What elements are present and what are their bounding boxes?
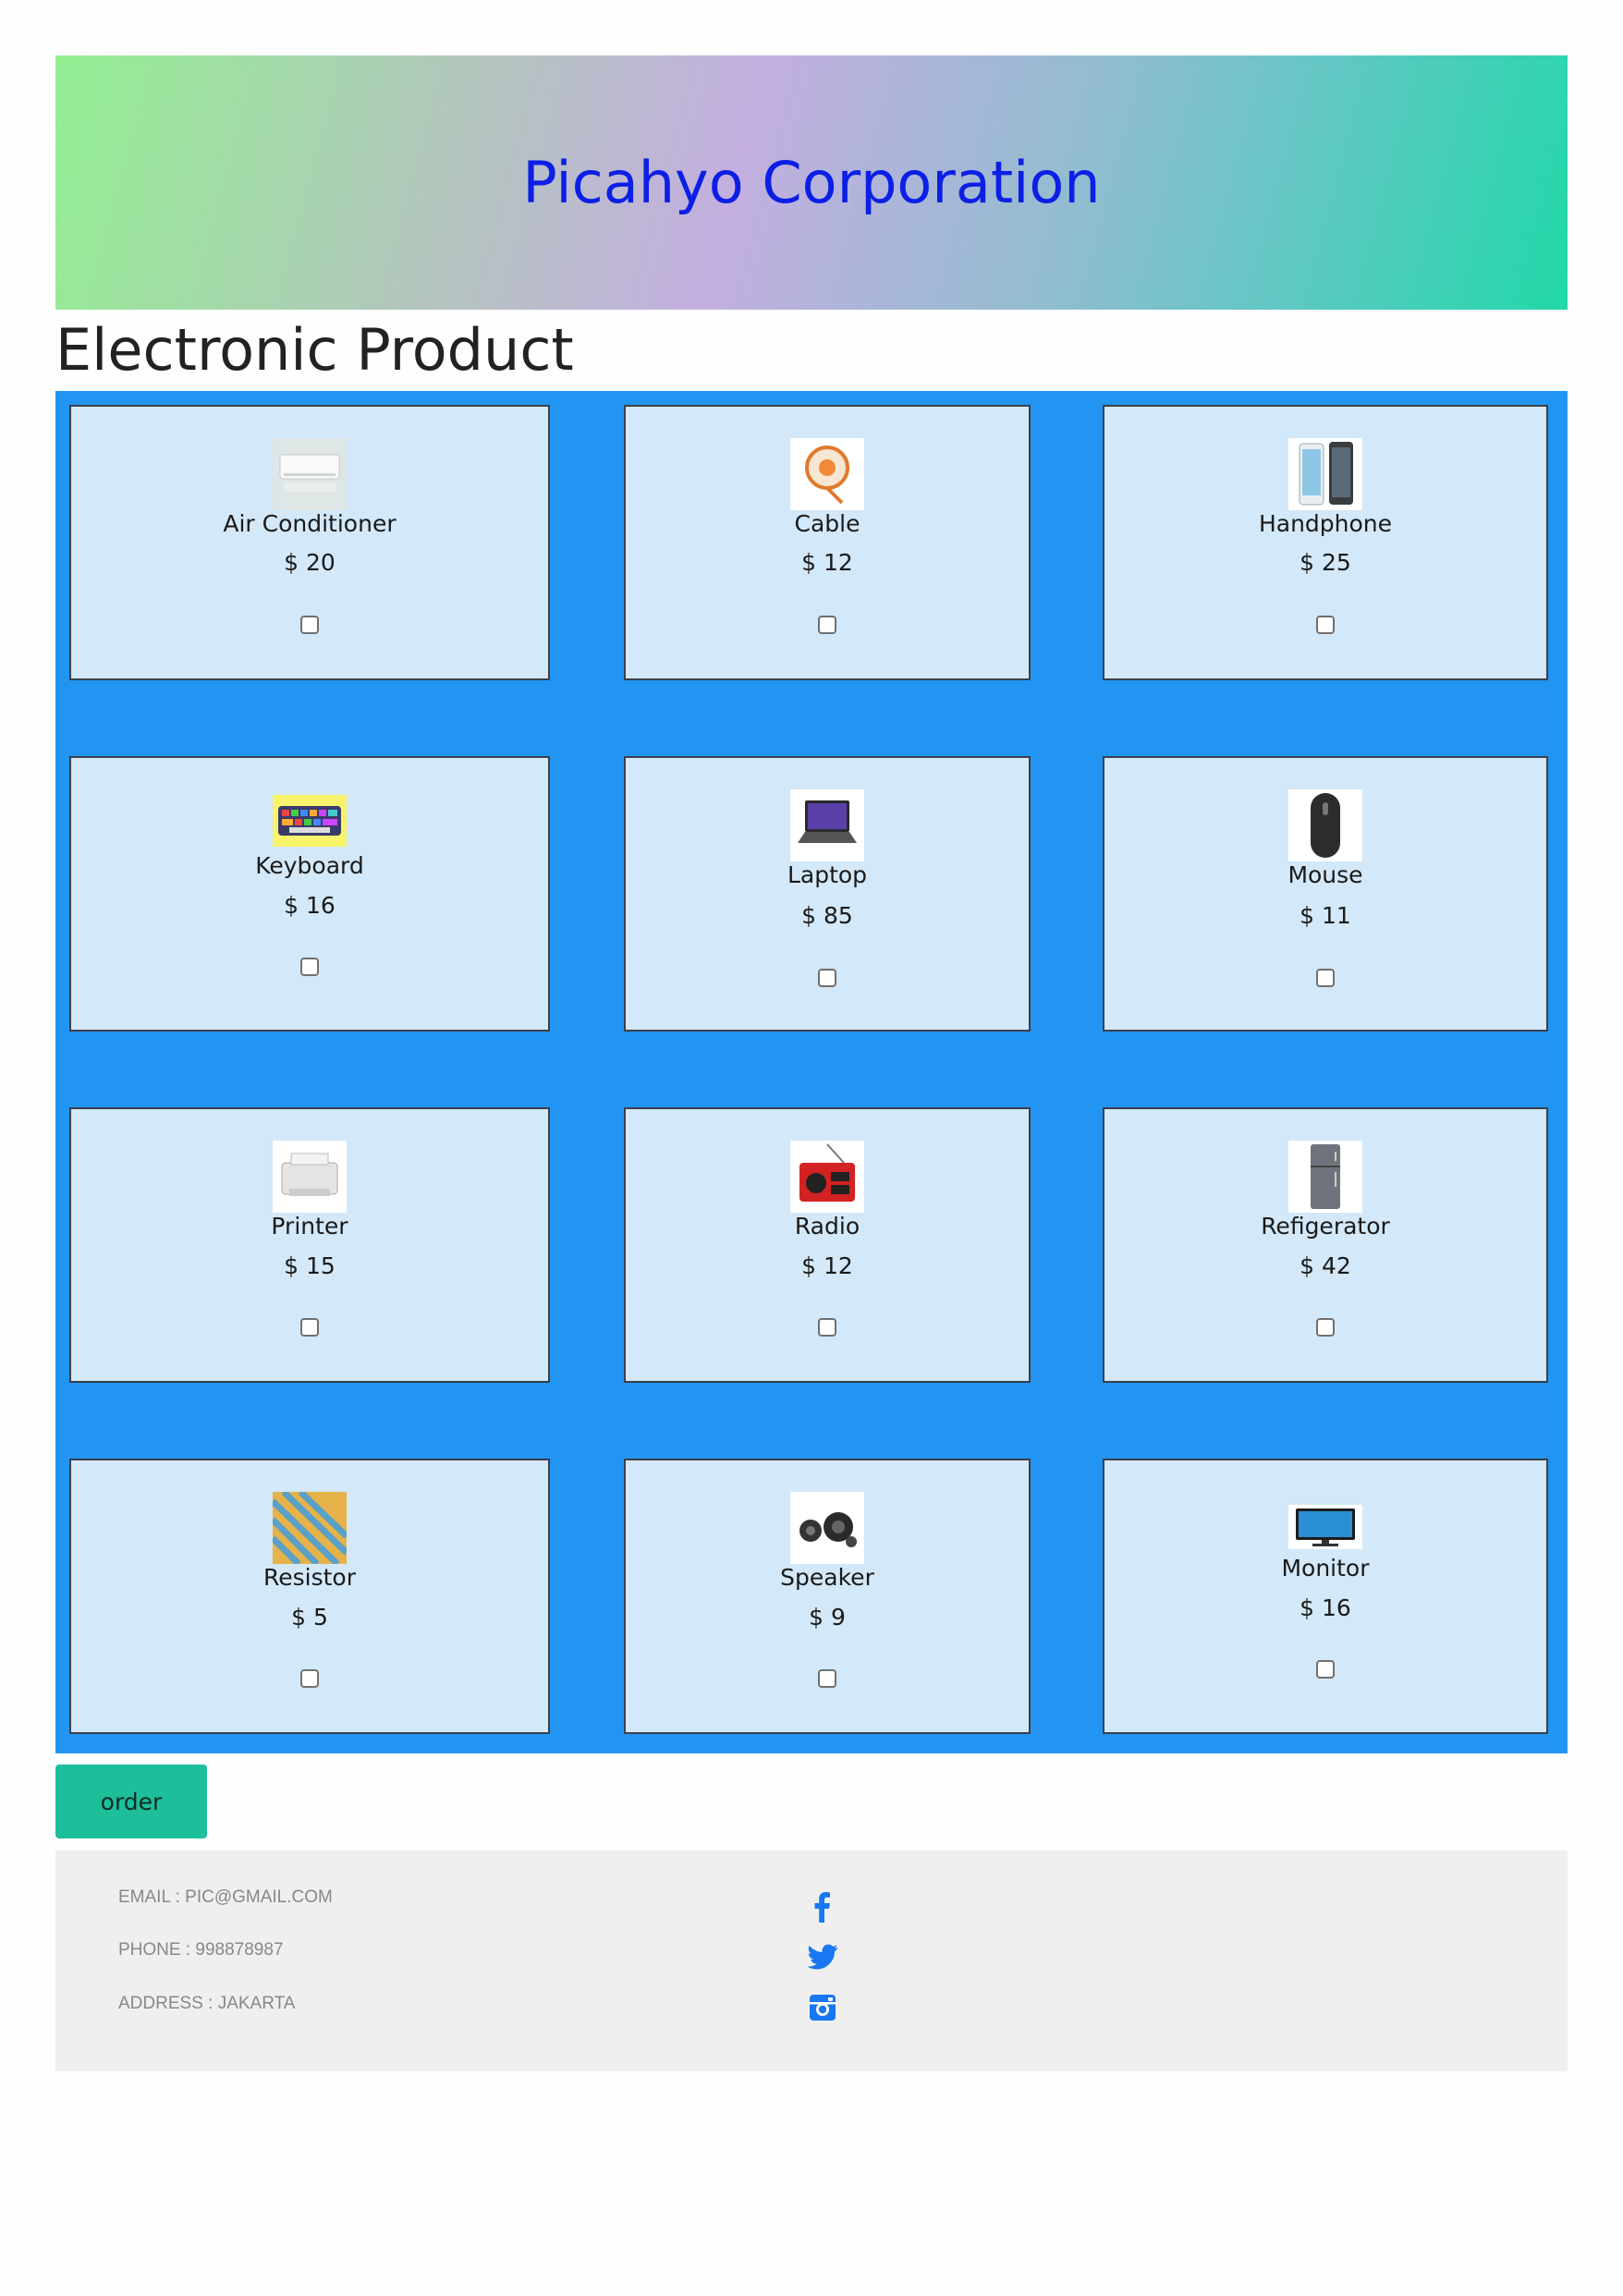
product-name: Monitor	[1281, 1555, 1370, 1582]
product-card-air-conditioner: Air Conditioner $ 20	[69, 405, 550, 680]
product-name: Keyboard	[255, 852, 364, 879]
product-name: Mouse	[1287, 861, 1363, 888]
product-price: $ 16	[1300, 1594, 1351, 1621]
product-card-resistor: Resistor $ 5	[69, 1459, 550, 1734]
mouse-icon	[1288, 789, 1362, 861]
product-price: $ 12	[801, 1252, 853, 1279]
product-price: $ 11	[1300, 902, 1351, 929]
printer-icon	[273, 1141, 347, 1213]
product-name: Refigerator	[1261, 1213, 1390, 1240]
product-checkbox[interactable]	[300, 616, 319, 634]
footer: EMAIL : PIC@GMAIL.COM PHONE : 998878987 …	[55, 1850, 1568, 2071]
product-card-refigerator: Refigerator $ 42	[1103, 1107, 1548, 1383]
product-card-monitor: Monitor $ 16	[1103, 1459, 1548, 1734]
footer-phone: PHONE : 998878987	[118, 1940, 284, 1960]
product-price: $ 15	[284, 1252, 336, 1279]
product-card-keyboard: Keyboard $ 16	[69, 756, 550, 1032]
cable-reel-icon	[790, 438, 864, 510]
company-title: Picahyo Corporation	[522, 149, 1101, 216]
product-card-mouse: Mouse $ 11	[1103, 756, 1548, 1032]
product-price: $ 12	[801, 549, 853, 576]
product-price: $ 20	[284, 549, 336, 576]
product-checkbox[interactable]	[818, 1318, 836, 1337]
product-checkbox[interactable]	[300, 958, 319, 976]
product-card-laptop: Laptop $ 85	[624, 756, 1031, 1032]
product-price: $ 85	[801, 902, 853, 929]
product-checkbox[interactable]	[1316, 1318, 1335, 1337]
product-name: Resistor	[263, 1564, 356, 1591]
product-name: Air Conditioner	[223, 510, 397, 537]
instagram-icon[interactable]	[806, 1991, 839, 2024]
product-card-handphone: Handphone $ 25	[1103, 405, 1548, 680]
product-card-printer: Printer $ 15	[69, 1107, 550, 1383]
monitor-icon	[1288, 1505, 1362, 1549]
product-price: $ 5	[291, 1604, 328, 1630]
facebook-icon[interactable]	[806, 1891, 839, 1924]
product-checkbox[interactable]	[300, 1318, 319, 1337]
product-name: Cable	[794, 510, 860, 537]
product-card-cable: Cable $ 12	[624, 405, 1031, 680]
product-checkbox[interactable]	[818, 969, 836, 987]
footer-email: EMAIL : PIC@GMAIL.COM	[118, 1887, 333, 1907]
section-title: Electronic Product	[55, 316, 574, 384]
footer-address: ADDRESS : JAKARTA	[118, 1994, 296, 2013]
product-name: Printer	[271, 1213, 348, 1240]
speakers-icon	[790, 1492, 864, 1564]
smartphones-icon	[1288, 438, 1362, 510]
product-checkbox[interactable]	[300, 1669, 319, 1688]
refrigerator-icon	[1288, 1141, 1362, 1213]
product-checkbox[interactable]	[818, 1669, 836, 1688]
resistors-icon	[273, 1492, 347, 1564]
laptop-icon	[790, 789, 864, 861]
order-button[interactable]: order	[55, 1765, 207, 1838]
product-name: Laptop	[787, 861, 868, 888]
product-price: $ 9	[809, 1604, 846, 1630]
product-name: Handphone	[1258, 510, 1393, 537]
product-checkbox[interactable]	[818, 616, 836, 634]
radio-icon	[790, 1141, 864, 1213]
product-checkbox[interactable]	[1316, 616, 1335, 634]
product-price: $ 25	[1300, 549, 1351, 576]
product-checkbox[interactable]	[1316, 969, 1335, 987]
product-price: $ 42	[1300, 1252, 1351, 1279]
product-card-radio: Radio $ 12	[624, 1107, 1031, 1383]
header-banner: Picahyo Corporation	[55, 55, 1568, 310]
product-name: Radio	[794, 1213, 860, 1240]
product-checkbox[interactable]	[1316, 1660, 1335, 1679]
twitter-icon[interactable]	[806, 1941, 839, 1974]
product-name: Speaker	[780, 1564, 874, 1591]
product-grid: Air Conditioner $ 20 Cable $ 12 Handphon…	[55, 391, 1568, 1753]
air-conditioner-icon	[273, 438, 347, 510]
keyboard-icon	[273, 795, 347, 847]
product-price: $ 16	[284, 892, 336, 919]
product-card-speaker: Speaker $ 9	[624, 1459, 1031, 1734]
